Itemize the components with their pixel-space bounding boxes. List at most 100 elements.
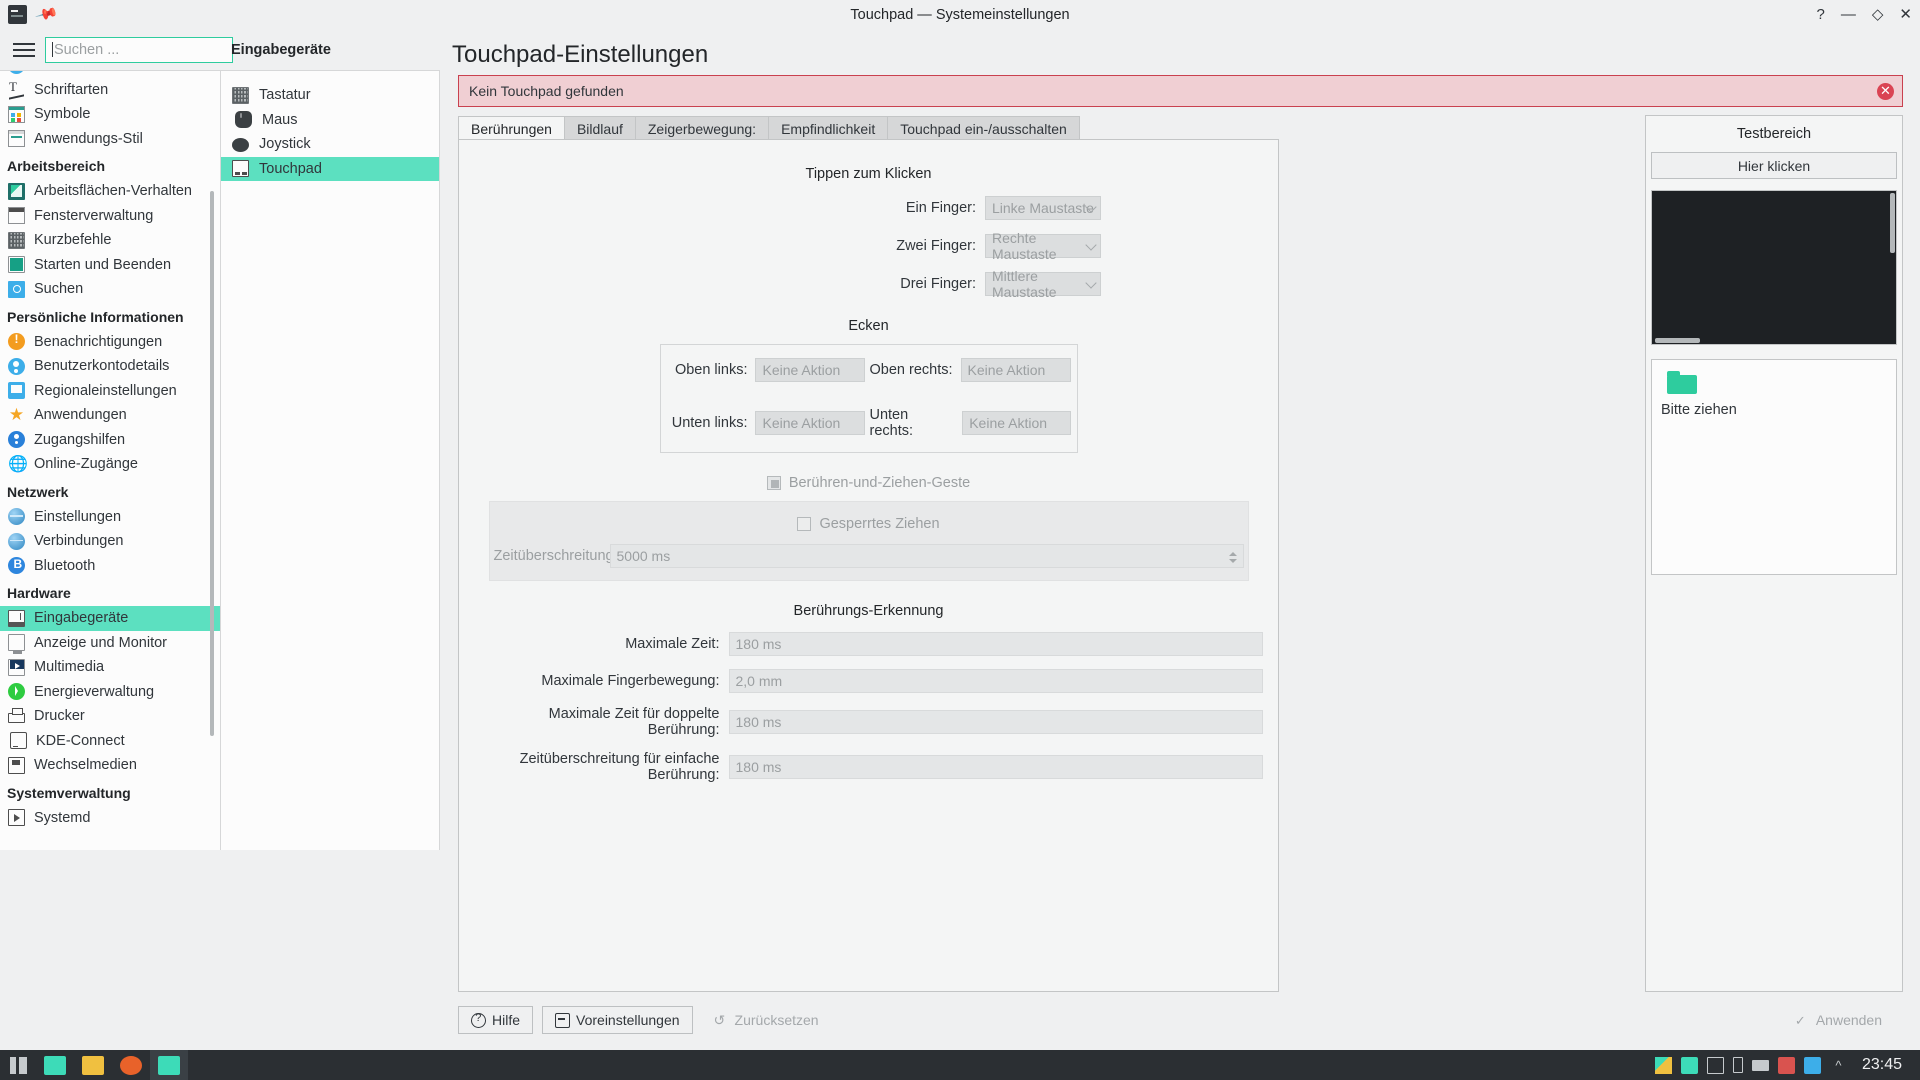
corners-row-top: Oben links: Keine Aktion Oben rechts: Ke… — [661, 358, 1077, 382]
minimize-button[interactable]: — — [1841, 7, 1856, 22]
device-list[interactable]: Tastatur Maus Joystick Touchpad — [221, 71, 440, 850]
checkbox-row-gesperrtes-ziehen[interactable]: Gesperrtes Ziehen — [490, 516, 1248, 532]
removable-media-icon — [8, 756, 25, 774]
battery-icon[interactable] — [1732, 1057, 1743, 1073]
sidebar-category-netzwerk: Netzwerk — [7, 483, 69, 500]
drag-drop-area[interactable]: Bitte ziehen — [1651, 359, 1897, 575]
help-button[interactable]: ? — [1817, 7, 1825, 22]
reset-icon: ↺ — [713, 1011, 726, 1028]
sidebar-item-label: Schriftarten — [34, 81, 109, 98]
sidebar-item-kurzbefehle[interactable]: Kurzbefehle — [0, 228, 220, 253]
systemsettings-window: 📌 Touchpad — Systemeinstellungen ? — ◇ ✕… — [0, 0, 1920, 1080]
checkbox-gesperrtes-ziehen[interactable] — [797, 517, 812, 531]
spinner-arrows-icon[interactable] — [1228, 547, 1239, 567]
window-management-icon — [8, 207, 25, 225]
corners-row-bottom: Unten links: Keine Aktion Unten rechts: … — [661, 407, 1077, 439]
taskbar-task-3[interactable] — [112, 1050, 150, 1080]
combo-unten-rechts[interactable]: Keine Aktion — [962, 411, 1071, 435]
taskbar-clock[interactable]: 23:45 — [1856, 1056, 1910, 1074]
sidebar-scrollbar-thumb[interactable] — [210, 191, 214, 736]
kde-launcher-icon[interactable] — [0, 1050, 36, 1080]
sidebar-item-schriftarten[interactable]: Schriftarten — [0, 78, 220, 103]
sidebar-item-kde-connect[interactable]: KDE-Connect — [0, 729, 220, 754]
combo-drei-finger[interactable]: Mittlere Maustaste — [985, 268, 1101, 300]
tab-touchpad-ein-ausschalten[interactable]: Touchpad ein-/ausschalten — [887, 116, 1080, 141]
checkbox-beruehren-und-ziehen[interactable] — [766, 476, 781, 490]
defaults-button[interactable]: Voreinstellungen — [542, 1006, 693, 1034]
device-item-maus[interactable]: Maus — [221, 108, 439, 133]
close-button[interactable]: ✕ — [1899, 7, 1912, 22]
device-item-tastatur[interactable]: Tastatur — [221, 83, 439, 108]
sidebar-item-energieverwaltung[interactable]: Energieverwaltung — [0, 680, 220, 705]
systemd-icon — [8, 809, 25, 827]
click-here-button[interactable]: Hier klicken — [1651, 152, 1897, 179]
sidebar-item-bluetooth[interactable]: Bluetooth — [0, 554, 220, 579]
tab-beruehrungen[interactable]: Berührungen — [458, 116, 565, 141]
sidebar-item-fensterverwaltung[interactable]: Fensterverwaltung — [0, 204, 220, 229]
tab-bildlauf[interactable]: Bildlauf — [563, 116, 636, 141]
tab-empfindlichkeit[interactable]: Empfindlichkeit — [768, 116, 889, 141]
test-area-hscrollbar-thumb[interactable] — [1655, 338, 1700, 343]
spinbox-maximale-zeit[interactable]: 180 ms — [728, 632, 1263, 656]
spinbox-zeitueberschreitung[interactable]: 5000 ms — [609, 544, 1244, 568]
combo-oben-links[interactable]: Keine Aktion — [755, 358, 866, 382]
chevron-up-icon[interactable]: ^ — [1830, 1057, 1847, 1074]
shortcuts-icon — [8, 231, 25, 249]
spinbox-maximale-zeit-doppelte-beruehrung[interactable]: 180 ms — [728, 710, 1263, 734]
sidebar-item-benutzerkontodetails[interactable]: Benutzerkontodetails — [0, 354, 220, 379]
close-circle-icon[interactable]: ✕ — [1877, 83, 1894, 100]
tab-zeigerbewegung[interactable]: Zeigerbewegung: — [634, 116, 770, 141]
checkbox-row-beruehren-und-ziehen[interactable]: Berühren-und-Ziehen-Geste — [459, 475, 1278, 491]
sidebar-item-symbole[interactable]: Symbole — [0, 102, 220, 127]
maximize-button[interactable]: ◇ — [1872, 7, 1884, 22]
spinbox-maximale-fingerbewegung[interactable]: 2,0 mm — [728, 669, 1263, 693]
tab-panel-beruehrungen: Tippen zum Klicken Ein Finger: Linke Mau… — [458, 139, 1279, 992]
sidebar-item-benachrichtigungen[interactable]: Benachrichtigungen — [0, 330, 220, 355]
package-icon[interactable] — [1777, 1056, 1795, 1074]
printer-icon[interactable] — [1751, 1059, 1769, 1071]
hamburger-menu-icon[interactable] — [13, 42, 35, 58]
sidebar-item-starten-und-beenden[interactable]: Starten und Beenden — [0, 253, 220, 278]
reset-button[interactable]: ↺ Zurücksetzen — [702, 1006, 831, 1034]
help-button-bottom[interactable]: Hilfe — [458, 1006, 534, 1034]
sidebar-item-verbindungen[interactable]: Verbindungen — [0, 529, 220, 554]
sidebar-item-multimedia[interactable]: Multimedia — [0, 655, 220, 680]
taskbar-task-1[interactable] — [36, 1050, 74, 1080]
folder-icon[interactable] — [1667, 371, 1697, 395]
archive-icon[interactable] — [1680, 1056, 1698, 1074]
combo-ein-finger[interactable]: Linke Maustaste — [985, 196, 1101, 220]
window-titlebar: 📌 Touchpad — Systemeinstellungen ? — ◇ ✕ — [0, 0, 1920, 29]
spinbox-zeitueberschreitung-einfache-beruehrung[interactable]: 180 ms — [728, 755, 1263, 779]
sidebar-item-online-zugaenge[interactable]: 🌐 Online-Zugänge — [0, 452, 220, 477]
sidebar-item-label: Regionaleinstellungen — [34, 382, 177, 399]
sidebar-item-anwendungs-stil[interactable]: Anwendungs-Stil — [0, 127, 220, 152]
combo-unten-links[interactable]: Keine Aktion — [755, 411, 866, 435]
sidebar-item-wechselmedien[interactable]: Wechselmedien — [0, 753, 220, 778]
test-area-vscrollbar-thumb[interactable] — [1890, 193, 1895, 253]
tab-bar[interactable]: Berührungen Bildlauf Zeigerbewegung: Emp… — [458, 115, 1080, 141]
taskbar-task-2[interactable] — [74, 1050, 112, 1080]
sidebar-item-einstellungen[interactable]: Einstellungen — [0, 505, 220, 530]
taskbar-task-4-systemsettings[interactable] — [150, 1050, 188, 1080]
sidebar-item-zugangshilfen[interactable]: Zugangshilfen — [0, 428, 220, 453]
volume-icon[interactable] — [1803, 1056, 1821, 1074]
sidebar-item-drucker[interactable]: Drucker — [0, 704, 220, 729]
pencil-icon[interactable] — [1654, 1056, 1672, 1074]
sidebar-item-anwendungen[interactable]: ★ Anwendungen — [0, 403, 220, 428]
combo-zwei-finger[interactable]: Rechte Maustaste — [985, 230, 1101, 262]
sidebar-item-anzeige-und-monitor[interactable]: Anzeige und Monitor — [0, 631, 220, 656]
sidebar-item-suchen[interactable]: Suchen — [0, 277, 220, 302]
test-area-dark-canvas[interactable] — [1651, 190, 1897, 345]
sidebar-item-systemd[interactable]: Systemd — [0, 806, 220, 831]
device-item-joystick[interactable]: Joystick — [221, 132, 439, 157]
sidebar-item-arbeitsflaechen-verhalten[interactable]: Arbeitsflächen-Verhalten — [0, 179, 220, 204]
settings-sidebar[interactable]: Schriftarten Symbole Anwendungs-Stil Arb… — [0, 71, 221, 850]
display-icon[interactable] — [1706, 1056, 1724, 1074]
combo-oben-rechts[interactable]: Keine Aktion — [960, 358, 1071, 382]
device-item-touchpad[interactable]: Touchpad — [221, 156, 439, 181]
sidebar-item-regionaleinstellungen[interactable]: Regionaleinstellungen — [0, 379, 220, 404]
search-input[interactable]: Suchen ... — [45, 36, 233, 63]
apply-button[interactable]: ✓ Anwenden — [1783, 1006, 1894, 1034]
sidebar-item-eingabegeraete[interactable]: Eingabegeräte — [0, 606, 220, 631]
corner-cell-unten-links: Unten links: Keine Aktion — [661, 411, 870, 435]
